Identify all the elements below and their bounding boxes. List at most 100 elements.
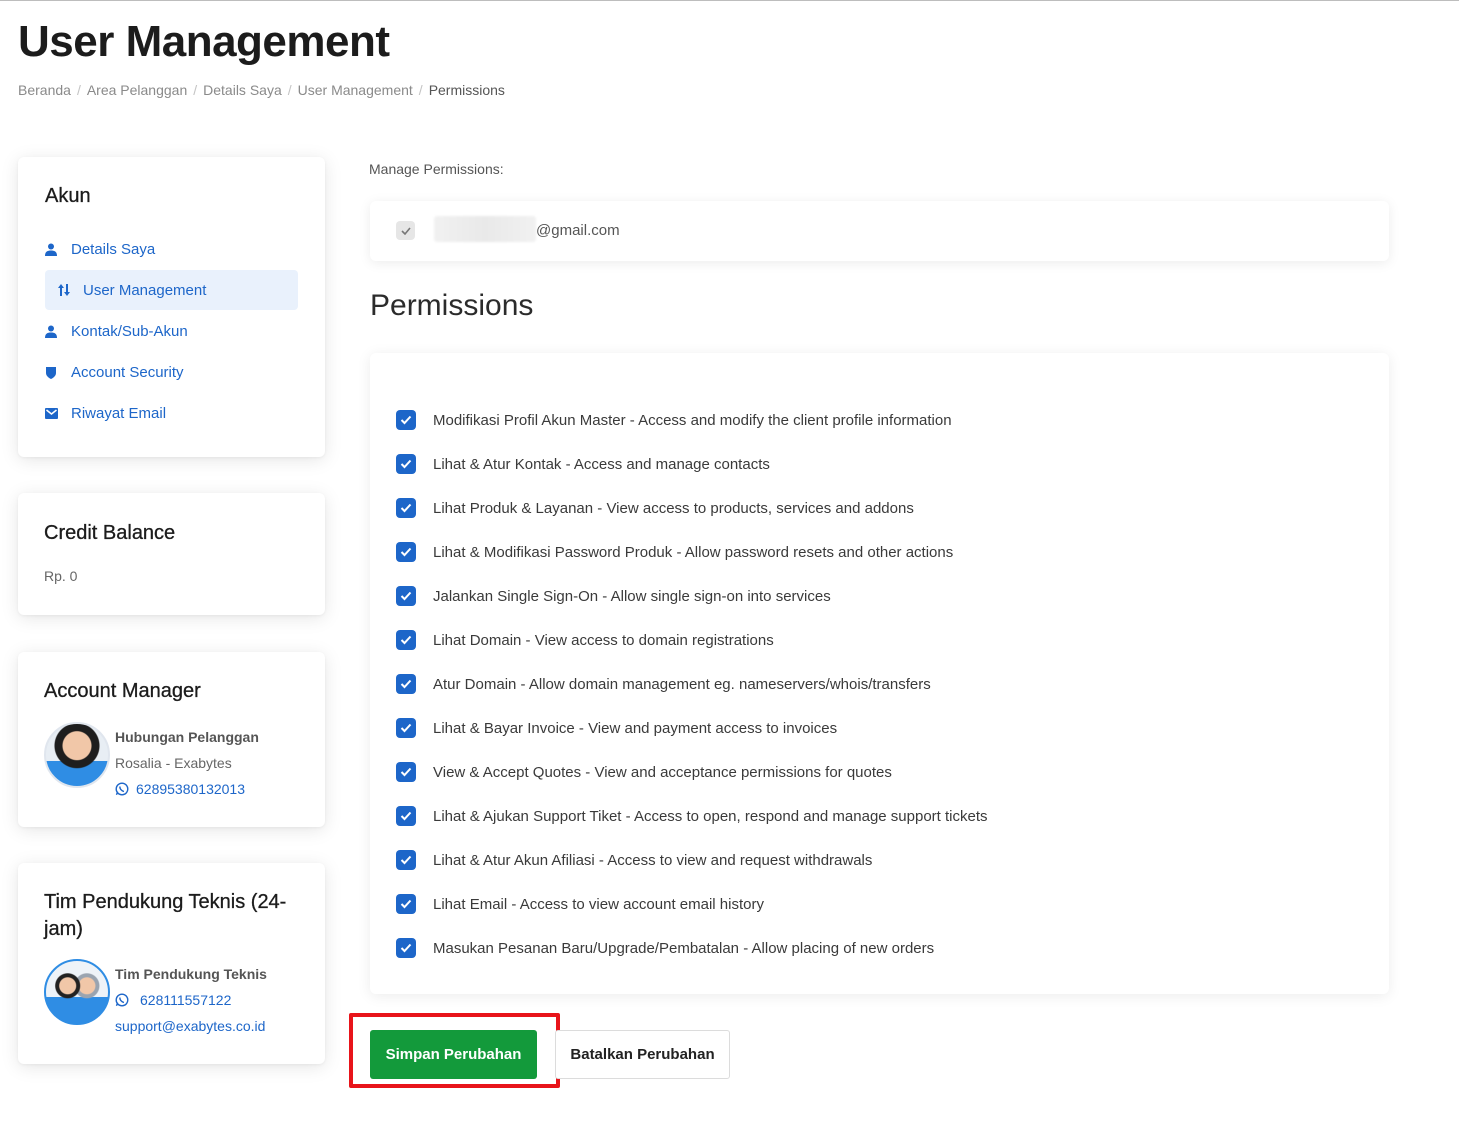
permission-item[interactable]: Lihat & Modifikasi Password Produk - All…: [396, 530, 988, 574]
permission-label: Atur Domain - Allow domain management eg…: [433, 675, 931, 693]
permission-checkbox[interactable]: [396, 630, 416, 650]
whatsapp-icon: [115, 782, 129, 796]
sort-arrows-icon: [57, 283, 83, 297]
envelope-icon: [45, 407, 71, 419]
sidebar-item-label: Riwayat Email: [71, 404, 167, 422]
selected-user-box: @gmail.com: [370, 201, 1389, 261]
credit-balance-card: Credit Balance Rp. 0: [18, 493, 325, 615]
breadcrumb-separator: /: [418, 82, 423, 98]
support-team-phone-link[interactable]: 628111557122: [115, 987, 267, 1013]
check-icon: [400, 459, 412, 469]
breadcrumb-item-user-management[interactable]: User Management: [298, 82, 413, 98]
sidebar-item-label: Kontak/Sub-Akun: [71, 322, 188, 340]
permission-checkbox[interactable]: [396, 498, 416, 518]
sidebar-item-label: Details Saya: [71, 240, 156, 258]
check-icon: [400, 679, 412, 689]
check-icon: [400, 943, 412, 953]
support-team-name: Tim Pendukung Teknis: [115, 966, 267, 982]
user-email: @gmail.com: [536, 222, 620, 239]
permission-label: Modifikasi Profil Akun Master - Access a…: [433, 411, 952, 429]
breadcrumb-item-beranda[interactable]: Beranda: [18, 82, 71, 98]
permission-checkbox[interactable]: [396, 850, 416, 870]
permission-label: Lihat & Modifikasi Password Produk - All…: [433, 543, 954, 561]
permission-checkbox[interactable]: [396, 454, 416, 474]
support-team-contact: Tim Pendukung Teknis 628111557122 suppor…: [44, 959, 267, 1039]
account-manager-sub: Rosalia - Exabytes: [115, 755, 232, 771]
sidebar-item-riwayat-email[interactable]: Riwayat Email: [45, 393, 298, 433]
permission-label: Lihat Domain - View access to domain reg…: [433, 631, 774, 649]
check-icon: [400, 899, 412, 909]
permission-item[interactable]: Jalankan Single Sign-On - Allow single s…: [396, 574, 988, 618]
permission-checkbox[interactable]: [396, 674, 416, 694]
permission-checkbox[interactable]: [396, 762, 416, 782]
check-icon: [400, 547, 412, 557]
permission-item[interactable]: Modifikasi Profil Akun Master - Access a…: [396, 398, 988, 442]
permission-item[interactable]: View & Accept Quotes - View and acceptan…: [396, 750, 988, 794]
sidebar-item-kontak-sub-akun[interactable]: Kontak/Sub-Akun: [45, 311, 298, 351]
akun-nav: Details Saya User Management Kontak/Sub-…: [45, 229, 298, 434]
permissions-heading: Permissions: [370, 289, 534, 322]
check-icon: [400, 635, 412, 645]
user-checkbox[interactable]: [396, 221, 415, 240]
page-title: User Management: [18, 17, 390, 66]
cancel-changes-button[interactable]: Batalkan Perubahan: [555, 1030, 730, 1079]
shield-icon: [45, 366, 71, 379]
check-icon: [400, 591, 412, 601]
akun-card: Akun Details Saya User Management Kontak…: [18, 157, 325, 457]
permission-checkbox[interactable]: [396, 938, 416, 958]
sidebar-item-details-saya[interactable]: Details Saya: [45, 229, 298, 269]
permission-checkbox[interactable]: [396, 410, 416, 430]
support-team-phone: 628111557122: [140, 992, 232, 1008]
permission-item[interactable]: Lihat Domain - View access to domain reg…: [396, 618, 988, 662]
sidebar-item-user-management[interactable]: User Management: [45, 270, 298, 310]
breadcrumb-separator: /: [287, 82, 292, 98]
manage-permissions-label: Manage Permissions:: [369, 161, 504, 177]
check-icon: [400, 503, 412, 513]
permission-checkbox[interactable]: [396, 542, 416, 562]
check-icon: [400, 723, 412, 733]
avatar: [44, 959, 110, 1025]
check-icon: [400, 811, 412, 821]
permission-checkbox[interactable]: [396, 894, 416, 914]
breadcrumb-item-area-pelanggan[interactable]: Area Pelanggan: [87, 82, 187, 98]
permission-label: Masukan Pesanan Baru/Upgrade/Pembatalan …: [433, 939, 935, 957]
permission-item[interactable]: Lihat & Atur Kontak - Access and manage …: [396, 442, 988, 486]
permission-item[interactable]: Lihat Email - Access to view account ema…: [396, 882, 988, 926]
permission-label: Lihat & Atur Akun Afiliasi - Access to v…: [433, 851, 873, 869]
avatar: [44, 722, 110, 788]
user-icon: [45, 325, 71, 338]
akun-card-title: Akun: [45, 185, 91, 207]
account-manager-phone-link[interactable]: 62895380132013: [115, 776, 259, 802]
permissions-box: Modifikasi Profil Akun Master - Access a…: [370, 353, 1389, 994]
support-team-email-link[interactable]: support@exabytes.co.id: [115, 1013, 267, 1039]
account-manager-contact: Hubungan Pelanggan Rosalia - Exabytes 62…: [44, 722, 259, 802]
support-team-card: Tim Pendukung Teknis (24-jam) Tim Penduk…: [18, 863, 325, 1064]
support-team-title: Tim Pendukung Teknis (24-jam): [44, 891, 287, 940]
permission-label: Lihat & Atur Kontak - Access and manage …: [433, 455, 770, 473]
credit-balance-value: Rp. 0: [44, 568, 78, 584]
permission-item[interactable]: Lihat Produk & Layanan - View access to …: [396, 486, 988, 530]
permission-label: Lihat & Bayar Invoice - View and payment…: [433, 719, 838, 737]
permission-item[interactable]: Masukan Pesanan Baru/Upgrade/Pembatalan …: [396, 926, 988, 970]
account-manager-title: Account Manager: [44, 680, 201, 702]
permission-item[interactable]: Lihat & Ajukan Support Tiket - Access to…: [396, 794, 988, 838]
permission-label: Lihat Produk & Layanan - View access to …: [433, 499, 914, 517]
account-manager-phone: 62895380132013: [136, 781, 246, 797]
permissions-list: Modifikasi Profil Akun Master - Access a…: [396, 398, 988, 970]
sidebar-item-account-security[interactable]: Account Security: [45, 352, 298, 392]
breadcrumb: Beranda / Area Pelanggan / Details Saya / U…: [18, 82, 505, 98]
permission-item[interactable]: Atur Domain - Allow domain management eg…: [396, 662, 988, 706]
permission-item[interactable]: Lihat & Bayar Invoice - View and payment…: [396, 706, 988, 750]
check-icon: [400, 767, 412, 777]
account-manager-card: Account Manager Hubungan Pelanggan Rosal…: [18, 652, 325, 827]
permission-checkbox[interactable]: [396, 586, 416, 606]
permission-label: Lihat & Ajukan Support Tiket - Access to…: [433, 807, 988, 825]
permission-checkbox[interactable]: [396, 718, 416, 738]
save-changes-button[interactable]: Simpan Perubahan: [370, 1030, 537, 1079]
sidebar-item-label: User Management: [83, 281, 207, 299]
permission-checkbox[interactable]: [396, 806, 416, 826]
breadcrumb-item-details-saya[interactable]: Details Saya: [203, 82, 282, 98]
user-icon: [45, 243, 71, 256]
permission-item[interactable]: Lihat & Atur Akun Afiliasi - Access to v…: [396, 838, 988, 882]
account-manager-name: Hubungan Pelanggan: [115, 729, 259, 745]
